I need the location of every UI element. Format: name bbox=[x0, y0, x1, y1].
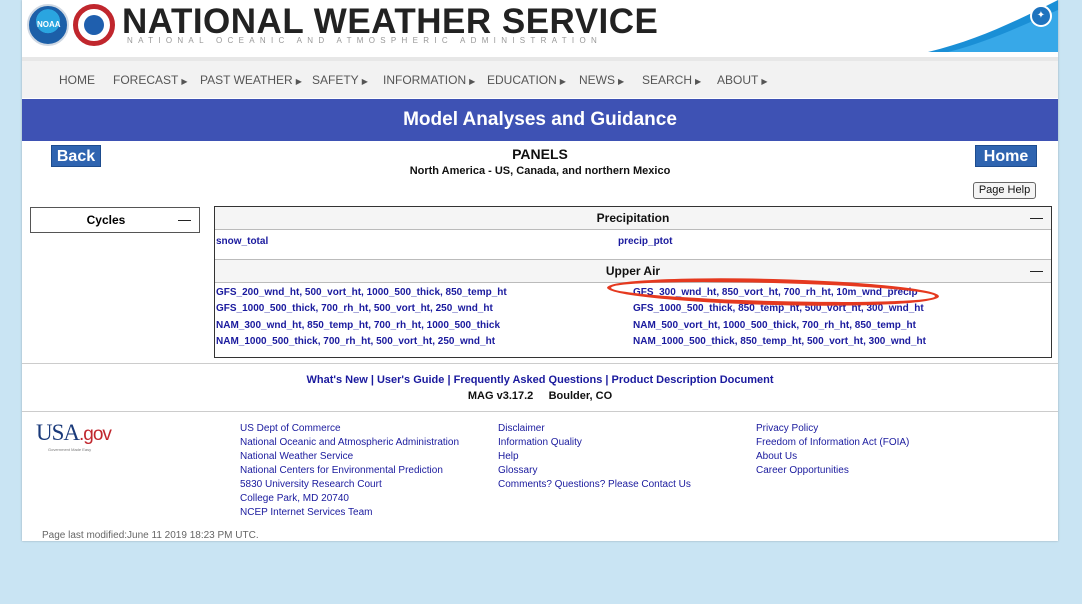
cycles-panel[interactable]: Cycles — bbox=[30, 207, 200, 233]
main-nav: HOME FORECAST ▶ PAST WEATHER ▶ SAFETY ▶ INF… bbox=[22, 57, 1058, 98]
collapse-icon[interactable]: — bbox=[1030, 210, 1043, 225]
separator: | bbox=[367, 374, 377, 386]
version-text: MAG v3.17.2 bbox=[467, 390, 534, 402]
nav-label: HOME bbox=[59, 73, 95, 87]
divider bbox=[22, 363, 1058, 364]
footer-link[interactable]: Help bbox=[498, 450, 691, 464]
separator: | bbox=[602, 374, 612, 386]
footer-link-product-description[interactable]: Product Description Document bbox=[612, 374, 774, 386]
cycles-label: Cycles bbox=[86, 213, 126, 227]
footer-link[interactable]: Information Quality bbox=[498, 436, 691, 450]
page-title: Model Analyses and Guidance bbox=[403, 109, 677, 130]
nav-label: EDUCATION bbox=[487, 73, 557, 87]
product-link[interactable]: NAM_1000_500_thick, 850_temp_ht, 500_vor… bbox=[633, 336, 926, 347]
menu-arrow-icon: ▶ bbox=[618, 77, 625, 86]
nws-logo[interactable] bbox=[73, 4, 115, 46]
footer-column-1: US Dept of Commerce National Oceanic and… bbox=[240, 422, 459, 520]
footer-doc-links: What's New | User's Guide | Frequently A… bbox=[22, 374, 1058, 386]
footer-link[interactable]: National Oceanic and Atmospheric Adminis… bbox=[240, 436, 459, 450]
footer-link[interactable]: US Dept of Commerce bbox=[240, 422, 459, 436]
region-subtitle: North America - US, Canada, and northern… bbox=[409, 165, 671, 177]
nws-logo-center bbox=[84, 15, 104, 35]
nav-search[interactable]: SEARCH ▶ bbox=[642, 73, 701, 87]
footer-link[interactable]: Disclaimer bbox=[498, 422, 691, 436]
usagov-tagline: Government Made Easy bbox=[48, 447, 92, 452]
usagov-wordmark: USA.gov bbox=[36, 420, 112, 446]
product-link[interactable]: snow_total bbox=[216, 236, 268, 247]
footer-link[interactable]: NCEP Internet Services Team bbox=[240, 506, 459, 520]
footer-column-3: Privacy Policy Freedom of Information Ac… bbox=[756, 422, 909, 478]
commerce-seal-icon[interactable]: ✦ bbox=[1030, 5, 1052, 27]
version-line: MAG v3.17.2 Boulder, CO bbox=[22, 390, 1058, 402]
menu-arrow-icon: ▶ bbox=[695, 77, 702, 86]
footer-link[interactable]: National Centers for Environmental Predi… bbox=[240, 464, 459, 478]
page-help-button[interactable]: Page Help bbox=[973, 182, 1036, 199]
nav-safety[interactable]: SAFETY ▶ bbox=[312, 73, 368, 87]
noaa-logo-text: NOAA bbox=[37, 20, 61, 29]
footer-link[interactable]: Privacy Policy bbox=[756, 422, 909, 436]
panels-title: PANELS bbox=[512, 146, 568, 162]
footer-link[interactable]: Career Opportunities bbox=[756, 464, 909, 478]
precipitation-label: Precipitation bbox=[596, 211, 670, 225]
product-link[interactable]: GFS_300_wnd_ht, 850_vort_ht, 700_rh_ht, … bbox=[633, 287, 918, 298]
location-text: Boulder, CO bbox=[548, 390, 613, 402]
product-link[interactable]: GFS_1000_500_thick, 700_rh_ht, 500_vort_… bbox=[216, 303, 493, 314]
product-link[interactable]: GFS_200_wnd_ht, 500_vort_ht, 1000_500_th… bbox=[216, 287, 507, 298]
footer-link[interactable]: About Us bbox=[756, 450, 909, 464]
menu-arrow-icon: ▶ bbox=[295, 77, 302, 86]
product-link[interactable]: precip_ptot bbox=[618, 236, 672, 247]
footer-link[interactable]: 5830 University Research Court bbox=[240, 478, 459, 492]
nav-education[interactable]: EDUCATION ▶ bbox=[487, 73, 566, 87]
product-link[interactable]: GFS_1000_500_thick, 850_temp_ht, 500_vor… bbox=[633, 303, 924, 314]
noaa-logo[interactable]: NOAA bbox=[27, 4, 69, 46]
nav-label: NEWS bbox=[579, 73, 615, 87]
site-header: NOAA NATIONAL WEATHER SERVICE NATIONAL O… bbox=[22, 0, 1058, 52]
collapse-icon[interactable]: — bbox=[1030, 263, 1043, 278]
nav-information[interactable]: INFORMATION ▶ bbox=[383, 73, 475, 87]
nav-label: PAST WEATHER bbox=[200, 73, 293, 87]
product-link[interactable]: NAM_300_wnd_ht, 850_temp_ht, 700_rh_ht, … bbox=[216, 320, 500, 331]
menu-arrow-icon: ▶ bbox=[761, 77, 768, 86]
footer-column-2: Disclaimer Information Quality Help Glos… bbox=[498, 422, 691, 492]
menu-arrow-icon: ▶ bbox=[559, 77, 566, 86]
divider bbox=[22, 411, 1058, 412]
product-link[interactable]: NAM_500_vort_ht, 1000_500_thick, 700_rh_… bbox=[633, 320, 916, 331]
nav-label: INFORMATION bbox=[383, 73, 467, 87]
upper-air-header[interactable]: Upper Air — bbox=[215, 259, 1051, 283]
nav-forecast[interactable]: FORECAST ▶ bbox=[113, 73, 188, 87]
footer-link[interactable]: Comments? Questions? Please Contact Us bbox=[498, 478, 691, 492]
footer-link[interactable]: National Weather Service bbox=[240, 450, 459, 464]
nav-past-weather[interactable]: PAST WEATHER ▶ bbox=[200, 73, 302, 87]
separator: | bbox=[444, 374, 454, 386]
site-subtitle: NATIONAL OCEANIC AND ATMOSPHERIC ADMINIS… bbox=[127, 36, 603, 45]
precipitation-header[interactable]: Precipitation — bbox=[215, 207, 1051, 230]
nav-label: ABOUT bbox=[717, 73, 759, 87]
collapse-icon[interactable]: — bbox=[178, 212, 191, 227]
footer-link-faq[interactable]: Frequently Asked Questions bbox=[454, 374, 603, 386]
menu-arrow-icon: ▶ bbox=[469, 77, 476, 86]
product-link[interactable]: NAM_1000_500_thick, 700_rh_ht, 500_vort_… bbox=[216, 336, 495, 347]
nav-home[interactable]: HOME bbox=[59, 73, 95, 87]
usagov-usa: USA bbox=[36, 420, 80, 445]
upper-air-label: Upper Air bbox=[605, 264, 661, 278]
footer-link-users-guide[interactable]: User's Guide bbox=[377, 374, 444, 386]
footer-link-whats-new[interactable]: What's New bbox=[306, 374, 367, 386]
footer-link[interactable]: Glossary bbox=[498, 464, 691, 478]
page-container: NOAA NATIONAL WEATHER SERVICE NATIONAL O… bbox=[22, 0, 1058, 541]
last-modified-text: Page last modified:June 11 2019 18:23 PM… bbox=[42, 530, 259, 541]
usagov-logo[interactable]: USA.gov Government Made Easy bbox=[36, 418, 136, 458]
usagov-gov: .gov bbox=[79, 424, 112, 445]
nav-news[interactable]: NEWS ▶ bbox=[579, 73, 624, 87]
nav-about[interactable]: ABOUT ▶ bbox=[717, 73, 768, 87]
menu-arrow-icon: ▶ bbox=[181, 77, 188, 86]
menu-arrow-icon: ▶ bbox=[361, 77, 368, 86]
page-banner: Model Analyses and Guidance bbox=[22, 99, 1058, 141]
nav-label: FORECAST bbox=[113, 73, 179, 87]
nav-label: SEARCH bbox=[642, 73, 693, 87]
footer-link[interactable]: College Park, MD 20740 bbox=[240, 492, 459, 506]
products-panel: Precipitation — snow_total precip_ptot U… bbox=[214, 206, 1052, 358]
nav-label: SAFETY bbox=[312, 73, 359, 87]
footer-link[interactable]: Freedom of Information Act (FOIA) bbox=[756, 436, 909, 450]
